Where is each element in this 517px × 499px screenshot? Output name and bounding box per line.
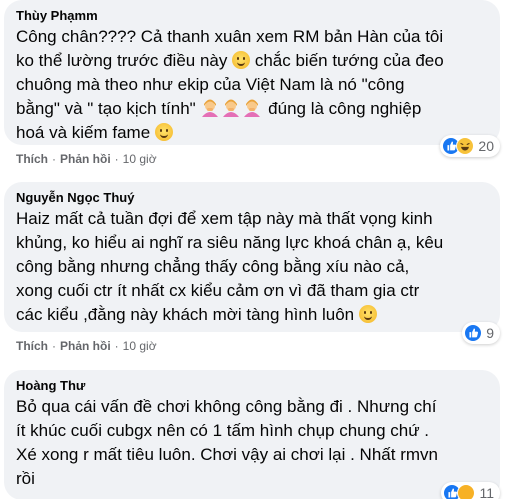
comment-time[interactable]: 10 giờ — [123, 339, 157, 353]
comment-text: Haiz mất cả tuần đợi để xem tập này mà t… — [16, 207, 488, 327]
comment-line: Công chân???? Cả thanh xuân xem RM bản H… — [16, 27, 444, 46]
comment-line: ko thể lường trước điều này chắc biến tư… — [16, 51, 444, 70]
comment-line: xong cuối ctr ít nhất cx kiểu cảm ơn vì … — [16, 281, 420, 300]
care-reaction-icon — [457, 484, 476, 499]
comment-text: Bỏ qua cái vấn đề chơi không công bằng đ… — [16, 395, 488, 491]
woman-facepalming-emoji-icon — [202, 99, 219, 117]
comment-author[interactable]: Hoàng Thư — [16, 378, 488, 394]
comment-line: ít khúc cuối cubgx nên có 1 tấm hình chụ… — [16, 421, 430, 440]
comment-bubble: Nguyễn Ngọc Thuý Haiz mất cả tuần đợi để… — [4, 182, 500, 344]
woman-facepalming-emoji-icon — [223, 99, 240, 117]
reaction-summary[interactable]: 11 — [441, 482, 500, 499]
comment-1: Thùy Phạmm Công chân???? Cả thanh xuân x… — [4, 0, 500, 170]
reply-button[interactable]: Phản hồi — [60, 339, 111, 353]
comment-line: Bỏ qua cái vấn đề chơi không công bằng đ… — [16, 397, 437, 416]
smile-emoji-icon — [154, 123, 173, 141]
like-button[interactable]: Thích — [16, 152, 48, 166]
comment-3: Hoàng Thư Bỏ qua cái vấn đề chơi không c… — [4, 370, 500, 499]
comment-line: rồi — [16, 469, 35, 488]
comment-actions: Thích · Phản hồi · 10 giờ — [16, 339, 157, 353]
comment-line: các kiểu ,đằng này khách mời tàng hình l… — [16, 303, 488, 327]
smile-emoji-icon — [232, 51, 251, 69]
comment-author[interactable]: Nguyễn Ngọc Thuý — [16, 190, 488, 206]
woman-facepalming-emoji-icon — [244, 99, 261, 117]
comment-line: Haiz mất cả tuần đợi để xem tập này mà t… — [16, 209, 433, 228]
comment-bubble: Hoàng Thư Bỏ qua cái vấn đề chơi không c… — [4, 370, 500, 499]
comment-line: chuông mà theo như ekip của Việt Nam là … — [16, 75, 405, 94]
comment-line: công bằng nhưng chẳng thấy công bằng xíu… — [16, 257, 410, 276]
comment-text: Công chân???? Cả thanh xuân xem RM bản H… — [16, 25, 488, 145]
comment-line: Xé xong r mất tiêu luôn. Chơi vậy ai chơ… — [16, 445, 438, 464]
smile-emoji-icon — [358, 305, 377, 323]
comment-actions: Thích · Phản hồi · 10 giờ — [16, 152, 157, 166]
reply-button[interactable]: Phản hồi — [60, 152, 111, 166]
comment-line: hoá và kiếm fame — [16, 121, 488, 145]
comment-bubble: Thùy Phạmm Công chân???? Cả thanh xuân x… — [4, 0, 500, 157]
reaction-count: 11 — [479, 485, 494, 499]
like-button[interactable]: Thích — [16, 339, 48, 353]
comment-line: bằng" và " tạo kịch tính" đúng là công n… — [16, 99, 422, 118]
comment-time[interactable]: 10 giờ — [123, 152, 157, 166]
comment-line: khủng, ko hiểu ai nghĩ ra siêu năng lực … — [16, 233, 444, 252]
comment-author[interactable]: Thùy Phạmm — [16, 8, 488, 24]
comment-2: Nguyễn Ngọc Thuý Haiz mất cả tuần đợi để… — [4, 182, 500, 357]
